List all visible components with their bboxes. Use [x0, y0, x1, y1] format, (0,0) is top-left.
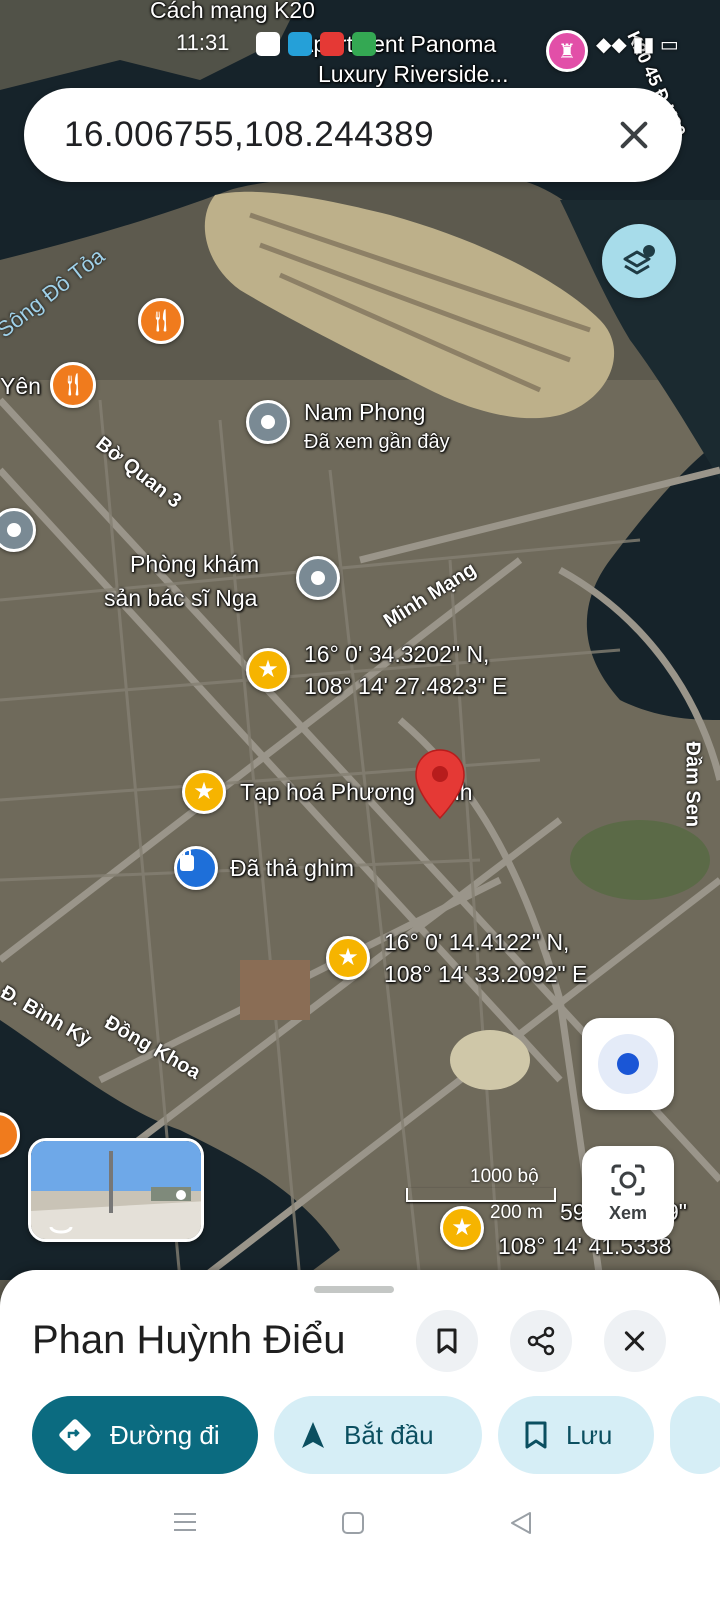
fork-knife-icon: 🍴︎ [147, 308, 175, 333]
luggage-icon [180, 849, 194, 871]
saved-star-pin[interactable]: ★ [182, 770, 226, 814]
layers-button[interactable] [602, 224, 676, 298]
lens-button[interactable]: Xem [582, 1146, 674, 1240]
map-scale: 1000 bộ 200 m [406, 1166, 556, 1224]
directions-label: Đường đi [110, 1419, 220, 1450]
place-bottom-sheet[interactable]: Phan Huỳnh Điểu Đường đi Bắt đầu Lưu [0, 1270, 720, 1600]
place-label-nam-phong[interactable]: Nam Phong [304, 398, 425, 426]
action-chips: Đường đi Bắt đầu Lưu [32, 1396, 720, 1474]
directions-button[interactable]: Đường đi [32, 1396, 258, 1474]
star-icon: ★ [337, 944, 359, 971]
place-title: Phan Huỳnh Điểu [32, 1318, 346, 1362]
place-label-clinic-line2[interactable]: sản bác sĩ Nga [104, 584, 257, 612]
check-app-icon [288, 32, 312, 56]
place-pin-nam-phong[interactable] [246, 400, 290, 444]
saved-coord-label-2a[interactable]: 16° 0' 14.4122" N, [384, 928, 569, 956]
star-icon: ★ [193, 778, 215, 805]
map-label-yen: Yên [0, 373, 41, 399]
my-location-icon [598, 1034, 658, 1094]
street-view-thumbnail[interactable] [28, 1138, 204, 1242]
menu-lines-icon [174, 1513, 196, 1531]
place-sublabel-recent: Đã xem gần đây [304, 431, 450, 453]
bookmark-icon [437, 1328, 457, 1354]
scale-meters: 200 m [490, 1202, 543, 1223]
saved-coord-label-1b[interactable]: 108° 14' 27.4823" E [304, 672, 507, 700]
close-icon [622, 1328, 648, 1354]
restaurant-pin[interactable]: 🍴︎ [138, 298, 184, 344]
save-round-button[interactable] [416, 1310, 478, 1372]
saved-star-pin[interactable]: ★ [246, 648, 290, 692]
dropped-pin[interactable] [174, 846, 218, 890]
save-label: Lưu [566, 1419, 613, 1450]
search-bar[interactable]: 16.006755,108.244389 [24, 88, 682, 182]
start-label: Bắt đầu [344, 1419, 434, 1450]
bed-icon: ♜ [558, 40, 576, 63]
search-input[interactable]: 16.006755,108.244389 [64, 115, 616, 155]
bookmark-icon [525, 1421, 547, 1449]
chat-icon [352, 32, 376, 56]
map-label-luxury[interactable]: Luxury Riverside... [318, 60, 508, 88]
place-label-clinic-line1[interactable]: Phòng khám [130, 550, 259, 578]
close-sheet-button[interactable] [604, 1310, 666, 1372]
start-button[interactable]: Bắt đầu [274, 1396, 482, 1474]
restaurant-pin[interactable]: 🍴︎ [50, 362, 96, 408]
recent-apps-button[interactable] [172, 1510, 198, 1539]
system-status-icons: ◆◆ ▮▮ ▭ [596, 34, 679, 56]
place-pin-clinic[interactable] [296, 556, 340, 600]
back-button[interactable] [508, 1510, 534, 1541]
saved-star-pin[interactable]: ★ [326, 936, 370, 980]
fork-knife-icon: 🍴︎ [59, 372, 87, 397]
scale-feet: 1000 bộ [470, 1166, 539, 1187]
scale-bar [406, 1188, 556, 1202]
saved-coord-label-2b[interactable]: 108° 14' 33.2092" E [384, 960, 587, 988]
street-view-image [31, 1141, 201, 1239]
star-icon: ★ [257, 656, 279, 683]
system-navigation-bar [0, 1490, 720, 1600]
directions-icon [59, 1419, 91, 1451]
back-triangle-icon [511, 1512, 531, 1534]
navigation-arrow-icon [302, 1422, 324, 1448]
layers-icon [623, 245, 655, 275]
music-icon [320, 32, 344, 56]
selected-location-pin-icon[interactable] [414, 748, 466, 820]
saved-coord-label-1a[interactable]: 16° 0' 34.3202" N, [304, 640, 489, 668]
share-icon [527, 1326, 555, 1356]
clear-search-icon[interactable] [616, 117, 652, 153]
map-label-cach-mang: Cách mạng K20 [150, 0, 315, 23]
my-location-button[interactable] [582, 1018, 674, 1110]
status-time: 11:31 [176, 30, 230, 55]
home-button[interactable] [340, 1510, 366, 1541]
notification-icons [256, 32, 376, 56]
place-label-dropped-pin[interactable]: Đã thả ghim [230, 854, 354, 882]
share-button[interactable] [510, 1310, 572, 1372]
camera-lens-icon [611, 1164, 645, 1195]
zalo-icon [256, 32, 280, 56]
sheet-drag-handle[interactable] [314, 1286, 394, 1293]
save-button[interactable]: Lưu [498, 1396, 654, 1474]
lens-label: Xem [608, 1202, 648, 1223]
more-actions-chip[interactable] [670, 1396, 720, 1474]
home-square-icon [342, 1512, 364, 1534]
hotel-icon[interactable]: ♜ [546, 30, 588, 72]
street-label-dam-sen: Đầm Sen [681, 741, 704, 828]
